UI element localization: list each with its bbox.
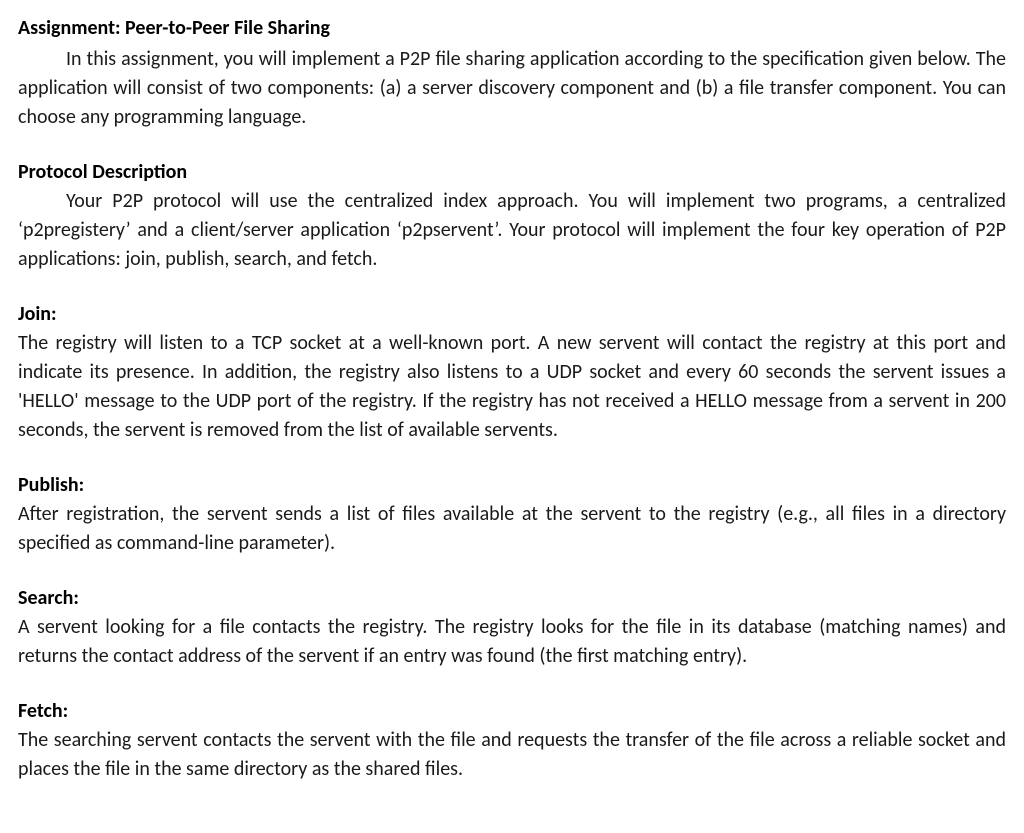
assignment-intro: In this assignment, you will implement a… [18, 45, 1006, 132]
fetch-heading: Fetch: [18, 697, 1006, 726]
protocol-body: Your P2P protocol will use the centraliz… [18, 187, 1006, 274]
publish-section: Publish: After registration, the servent… [18, 471, 1006, 558]
join-body: The registry will listen to a TCP socket… [18, 329, 1006, 445]
join-section: Join: The registry will listen to a TCP … [18, 300, 1006, 445]
publish-heading: Publish: [18, 471, 1006, 500]
assignment-title: Assignment: Peer-to-Peer File Sharing [18, 14, 1006, 43]
assignment-section: Assignment: Peer-to-Peer File Sharing In… [18, 14, 1006, 132]
publish-body: After registration, the servent sends a … [18, 500, 1006, 558]
search-section: Search: A servent looking for a file con… [18, 584, 1006, 671]
fetch-body: The searching servent contacts the serve… [18, 726, 1006, 784]
search-body: A servent looking for a file contacts th… [18, 613, 1006, 671]
protocol-heading: Protocol Description [18, 158, 1006, 187]
fetch-section: Fetch: The searching servent contacts th… [18, 697, 1006, 784]
search-heading: Search: [18, 584, 1006, 613]
join-heading: Join: [18, 300, 1006, 329]
protocol-section: Protocol Description Your P2P protocol w… [18, 158, 1006, 274]
